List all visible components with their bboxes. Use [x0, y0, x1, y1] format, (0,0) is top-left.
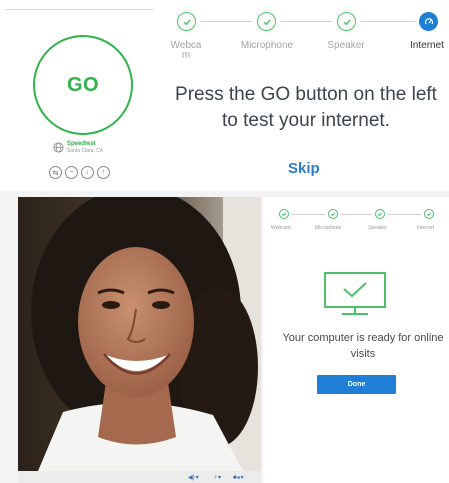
chevron-down-icon: ▾ — [218, 474, 222, 481]
mini-step-label-speaker: Speaker — [368, 225, 387, 231]
step-connector — [361, 21, 415, 22]
check-icon — [281, 212, 287, 217]
video-controls: ◀) ▾ ♪ ▾ ■◂ ▾ — [18, 471, 261, 483]
microphone-icon: ♪ — [214, 474, 217, 480]
camera-menu-button[interactable]: ■◂ ▾ — [233, 473, 244, 481]
server-name: Speedtest — [67, 141, 96, 147]
mini-step-internet-check-icon — [424, 209, 434, 219]
mini-step-webcam-check-icon — [279, 209, 289, 219]
step-label-internet: Internet — [410, 40, 444, 51]
mini-step-label-internet: Internet — [417, 225, 434, 231]
step-connector — [388, 214, 421, 215]
step-speaker-check-icon — [337, 12, 356, 31]
download-icon[interactable]: ↓ — [81, 166, 94, 179]
mini-step-label-microphone: Microphone — [315, 225, 342, 231]
step-connector — [341, 214, 372, 215]
step-label-webcam: Webcam — [170, 40, 202, 61]
check-icon — [263, 19, 271, 25]
check-icon — [330, 212, 336, 217]
globe-icon — [53, 142, 64, 153]
monitor-check-icon — [324, 272, 386, 315]
go-label: GO — [66, 73, 100, 96]
instruction-text: Press the GO button on the left to test … — [175, 84, 437, 131]
gauge-icon — [424, 17, 433, 24]
server-info[interactable]: Speedtest Santa Clara, CA — [53, 141, 103, 154]
done-button[interactable]: Done — [317, 375, 396, 394]
webcam-image — [18, 197, 261, 471]
step-connector — [201, 21, 252, 22]
server-location: Santa Clara, CA — [67, 148, 104, 154]
step-webcam-check-icon — [177, 12, 196, 31]
sync-icon[interactable]: ⇆ — [49, 166, 62, 179]
ready-message: Your computer is ready for online visits — [282, 332, 444, 360]
skip-link[interactable]: Skip — [288, 160, 320, 177]
camera-icon: ■◂ — [233, 474, 240, 481]
go-button[interactable]: GO — [33, 35, 133, 135]
check-icon — [426, 212, 432, 217]
speaker-icon: ◀) — [188, 474, 195, 481]
step-internet-gauge-icon — [419, 12, 438, 31]
mini-step-speaker-check-icon — [375, 209, 385, 219]
step-label-microphone: Microphone — [240, 40, 294, 51]
chevron-down-icon: ▾ — [240, 474, 244, 481]
webcam-preview — [18, 197, 261, 471]
step-connector — [281, 21, 332, 22]
divider — [5, 9, 153, 10]
mini-step-microphone-check-icon — [328, 209, 338, 219]
step-label-speaker: Speaker — [327, 40, 365, 51]
check-icon — [183, 19, 191, 25]
upload-icon[interactable]: ↑ — [97, 166, 110, 179]
tilde-icon[interactable]: ~ — [65, 166, 78, 179]
check-icon — [377, 212, 383, 217]
microphone-menu-button[interactable]: ♪ ▾ — [214, 473, 221, 481]
step-microphone-check-icon — [257, 12, 276, 31]
chevron-down-icon: ▾ — [195, 474, 199, 481]
volume-menu-button[interactable]: ◀) ▾ — [188, 473, 199, 481]
mini-step-label-webcam: Webcam — [271, 225, 291, 231]
step-connector — [292, 214, 325, 215]
speedtest-icons: ⇆ ~ ↓ ↑ — [49, 166, 110, 179]
check-icon — [343, 19, 351, 25]
